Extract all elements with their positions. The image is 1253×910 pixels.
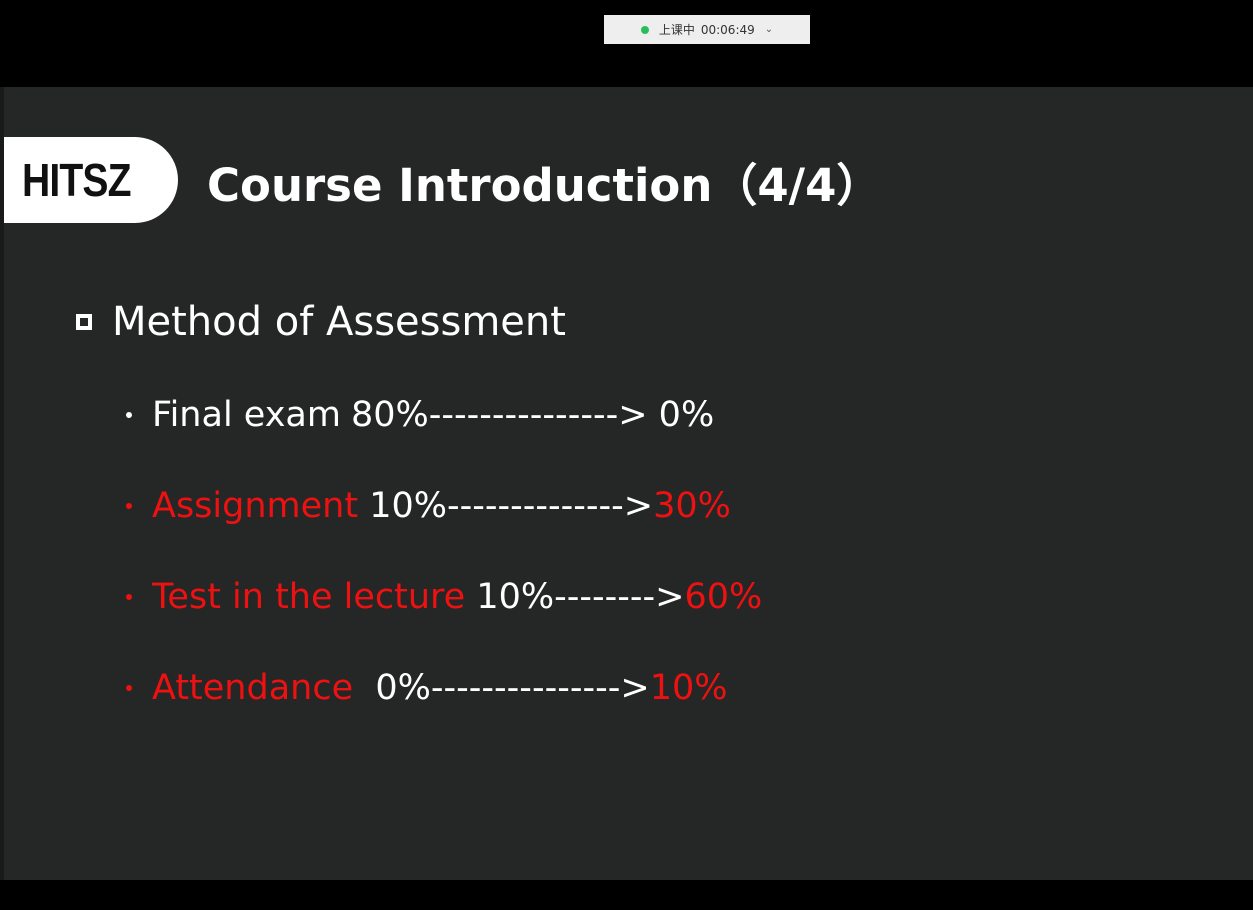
presentation-slide: HITSZ Course Introduction（4/4） Method of… <box>4 87 1253 880</box>
item-arrow: --------> <box>554 577 685 617</box>
item-to: 30% <box>653 486 731 526</box>
item-to: 60% <box>684 577 763 617</box>
item-name: Assignment <box>152 486 359 526</box>
live-indicator-icon <box>640 25 649 34</box>
meeting-top-bar: 上课中 00:06:49 ⌄ <box>0 0 1253 87</box>
item-name: Attendance <box>152 668 354 708</box>
item-arrow: ---------------> <box>428 395 648 435</box>
assessment-item-assignment: Assignment 10% --------------> 30% <box>126 486 731 526</box>
item-from: 10% <box>358 486 447 526</box>
section-heading: Method of Assessment <box>76 299 566 345</box>
item-to: 10% <box>649 668 728 708</box>
class-timer: 00:06:49 <box>700 22 755 37</box>
screen: 上课中 00:06:49 ⌄ HITSZ Course Introduction… <box>0 0 1253 910</box>
item-arrow: ---------------> <box>430 668 650 708</box>
item-to: 0% <box>647 395 715 435</box>
meeting-bottom-bar <box>0 880 1253 910</box>
bullet-dot-icon <box>126 503 132 509</box>
item-name: Final exam <box>152 395 341 435</box>
section-title: Method of Assessment <box>112 299 566 345</box>
class-status-label: 上课中 <box>658 23 695 37</box>
assessment-item-attendance: Attendance 0% ---------------> 10% <box>126 668 727 708</box>
item-arrow: --------------> <box>447 486 654 526</box>
slide-title: Course Introduction（4/4） <box>207 159 882 212</box>
bullet-dot-icon <box>126 685 132 691</box>
logo-text: HITSZ <box>22 154 132 206</box>
bullet-dot-icon <box>126 412 132 418</box>
bullet-dot-icon <box>126 594 132 600</box>
class-status-dropdown[interactable]: 上课中 00:06:49 ⌄ <box>604 15 810 44</box>
hitsz-logo: HITSZ <box>4 137 178 223</box>
assessment-item-final-exam: Final exam 80% ---------------> 0% <box>126 395 714 435</box>
square-bullet-icon <box>76 314 92 330</box>
item-name: Test in the lecture <box>152 577 466 617</box>
item-from: 10% <box>465 577 555 617</box>
assessment-item-test-in-lecture: Test in the lecture 10% --------> 60% <box>126 577 762 617</box>
item-from: 0% <box>353 668 431 708</box>
item-from: 80% <box>350 395 429 435</box>
chevron-down-icon[interactable]: ⌄ <box>765 24 773 35</box>
